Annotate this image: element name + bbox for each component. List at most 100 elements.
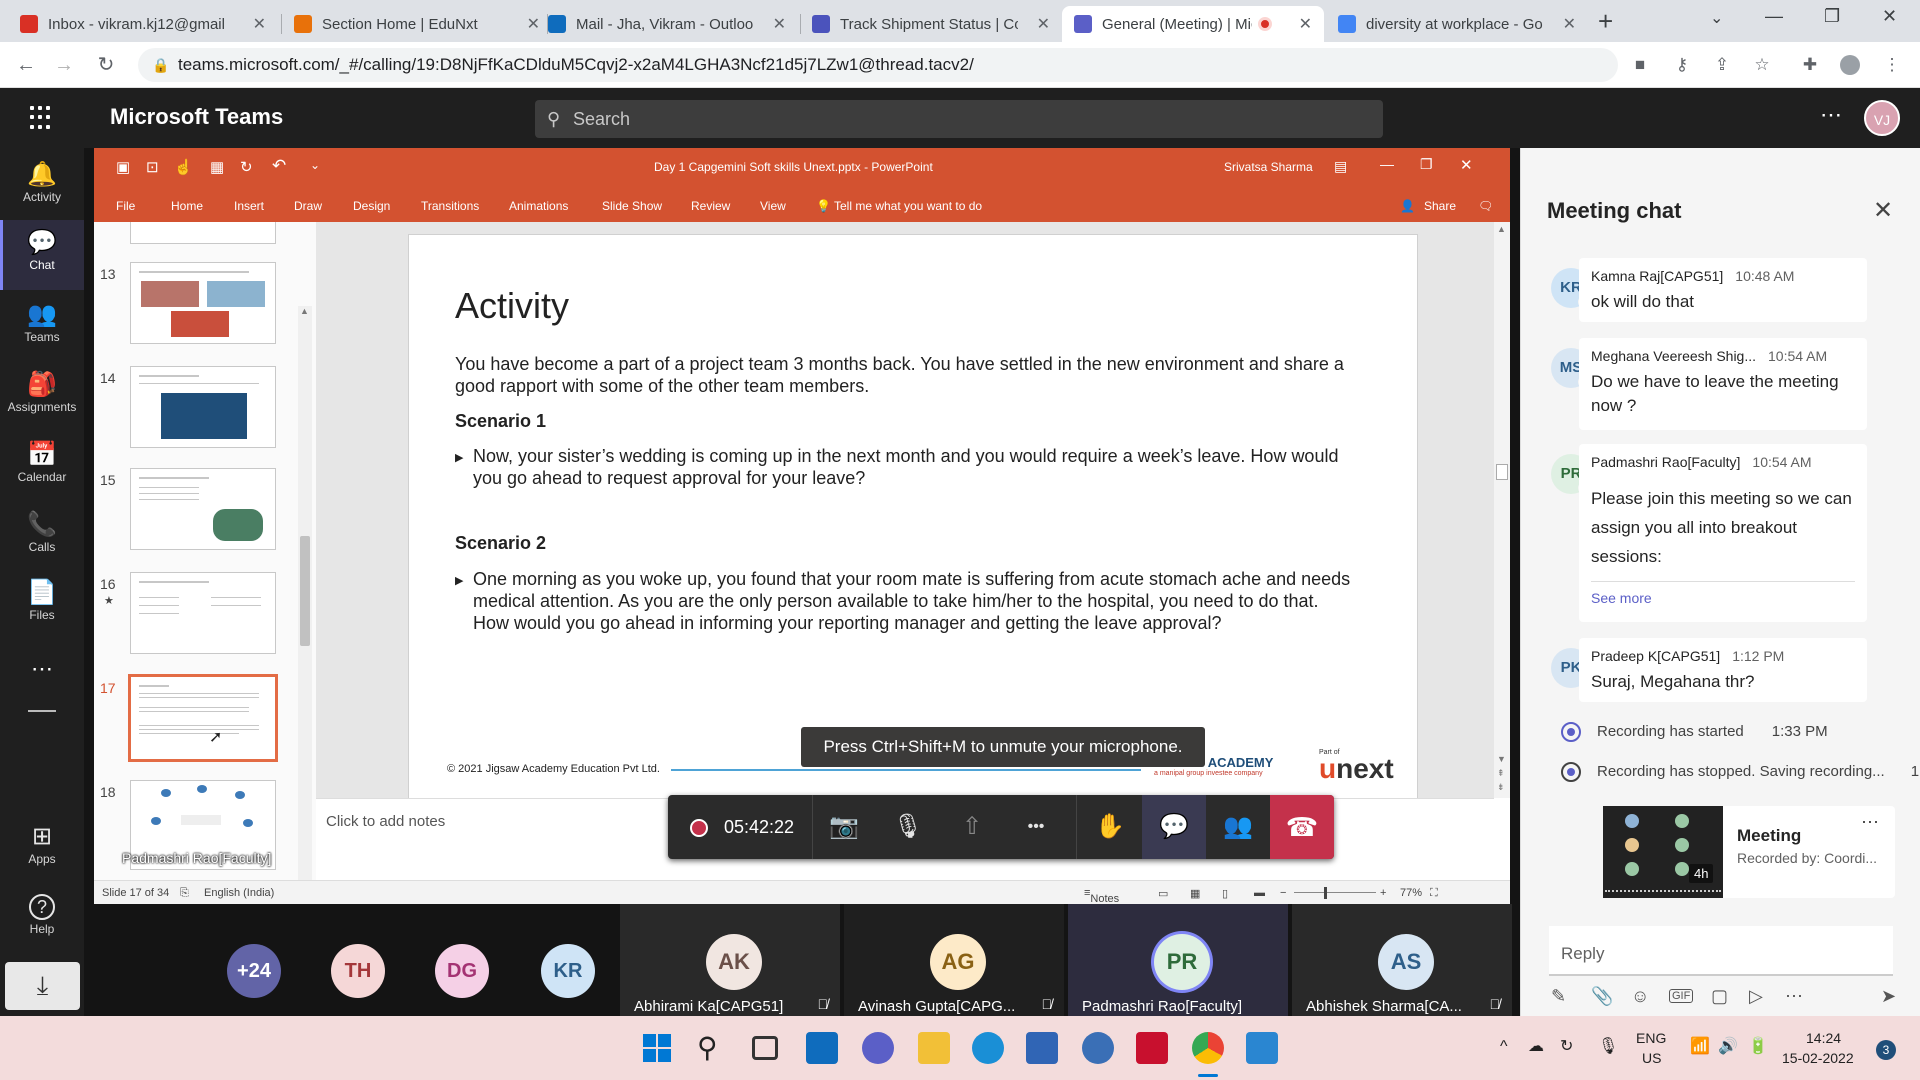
ribbon-tab-transitions[interactable]: Transitions — [421, 199, 479, 213]
share-button[interactable]: Share — [1424, 199, 1456, 213]
chat-message[interactable]: Pradeep K[CAPG51] 1:12 PM Suraj, Megahana… — [1579, 638, 1867, 702]
camera-in-use-icon[interactable]: ■ — [1630, 55, 1650, 75]
close-icon[interactable]: ✕ — [1873, 196, 1893, 225]
close-icon[interactable]: ✕ — [1563, 14, 1576, 34]
zoom-level[interactable]: 77% — [1400, 887, 1422, 899]
ribbon-tab-file[interactable]: File — [116, 199, 135, 213]
app-launcher-icon[interactable] — [30, 106, 54, 130]
gif-icon[interactable]: GIF — [1669, 989, 1694, 1003]
hang-up-button[interactable]: ☎ — [1270, 795, 1334, 859]
emoji-icon[interactable]: ☺ — [1631, 986, 1649, 1007]
slide-thumbnail-16[interactable] — [130, 572, 276, 654]
slide-sorter-icon[interactable]: ▦ — [1190, 887, 1200, 900]
normal-view-icon[interactable]: ▭ — [1158, 887, 1168, 900]
rail-item-calendar[interactable]: 📅 Calendar — [0, 438, 84, 502]
language-status[interactable]: English (India) — [204, 887, 274, 899]
address-bar[interactable]: 🔒 teams.microsoft.com/_#/calling/19:D8Nj… — [138, 48, 1618, 82]
touch-mode-icon[interactable]: ☝ — [174, 158, 193, 176]
battery-icon[interactable]: 🔋 — [1748, 1036, 1768, 1056]
browser-tab-outlook[interactable]: Mail - Jha, Vikram - Outlook ✕ — [536, 6, 798, 42]
slide-thumbnail-17-selected[interactable]: ➚ — [128, 674, 278, 762]
browser-tab-gmail[interactable]: Inbox - vikram.kj12@gmail.com ✕ — [8, 6, 278, 42]
participant-avatar[interactable]: TH — [331, 944, 385, 998]
comments-icon[interactable]: 🗨 — [1478, 199, 1493, 213]
new-tab-button[interactable]: + — [1598, 6, 1613, 37]
notification-badge[interactable]: 3 — [1876, 1040, 1896, 1060]
browser-tab-teams-meeting[interactable]: General (Meeting) | Mic ✕ — [1062, 6, 1324, 42]
save-icon[interactable]: ▣ — [116, 158, 130, 176]
more-options-icon[interactable]: ⋯ — [1861, 812, 1879, 833]
ribbon-tab-insert[interactable]: Insert — [234, 199, 264, 213]
next-slide-icon[interactable]: ⇟ — [1497, 782, 1505, 793]
ribbon-tab-view[interactable]: View — [760, 199, 786, 213]
thumbnail-scrollbar[interactable]: ▲ ▼ — [298, 306, 312, 880]
slide-thumbnail-12[interactable] — [130, 222, 276, 244]
scroll-up-icon[interactable]: ▲ — [300, 306, 309, 316]
back-icon[interactable]: ← — [12, 51, 40, 79]
ribbon-tab-review[interactable]: Review — [691, 199, 730, 213]
file-explorer-icon[interactable] — [918, 1032, 950, 1064]
slide-thumbnail-15[interactable] — [130, 468, 276, 550]
chat-toggle-button[interactable]: 💬 — [1142, 795, 1206, 859]
see-more-link[interactable]: See more — [1591, 581, 1855, 606]
share-button[interactable]: ⇧ — [940, 795, 1004, 859]
share-page-icon[interactable]: ⇪ — [1712, 55, 1732, 75]
sticker-icon[interactable]: ▢ — [1711, 986, 1728, 1007]
reload-icon[interactable]: ↻ — [92, 51, 120, 79]
photos-icon[interactable] — [1246, 1032, 1278, 1064]
show-hidden-icons[interactable]: ^ — [1500, 1038, 1508, 1056]
minimize-icon[interactable]: — — [1765, 6, 1783, 27]
user-avatar[interactable]: VJ — [1864, 100, 1900, 136]
rail-item-calls[interactable]: 📞 Calls — [0, 508, 84, 572]
browser-tab-google-search[interactable]: diversity at workplace - Go ✕ — [1326, 6, 1588, 42]
widgets-icon[interactable] — [806, 1032, 838, 1064]
download-icon[interactable]: ⤓ — [5, 962, 80, 1010]
tell-me-input[interactable]: Tell me what you want to do — [834, 199, 982, 213]
chrome-icon[interactable] — [1192, 1032, 1224, 1064]
slide-scrollbar[interactable]: ▲ ▼ ⇞ ⇟ — [1494, 222, 1510, 798]
more-actions-button[interactable]: ••• — [1004, 795, 1068, 859]
rail-item-assignments[interactable]: 🎒 Assignments — [0, 368, 84, 432]
rail-item-activity[interactable]: 🔔 Activity — [0, 158, 84, 222]
search-icon[interactable]: ⚲ — [697, 1032, 729, 1064]
clock-date[interactable]: 15-02-2022 — [1782, 1050, 1854, 1066]
previous-slide-icon[interactable]: ⇞ — [1497, 768, 1505, 779]
participant-tile[interactable]: AS Abhishek Sharma[CA... 🎙̸ — [1292, 904, 1512, 1016]
zoom-slider-thumb[interactable] — [1324, 887, 1327, 899]
language-indicator[interactable]: ENG — [1636, 1030, 1666, 1046]
edge-icon[interactable] — [972, 1032, 1004, 1064]
chat-message[interactable]: Kamna Raj[CAPG51] 10:48 AM ok will do tha… — [1579, 258, 1867, 322]
region-indicator[interactable]: US — [1642, 1050, 1661, 1066]
forward-icon[interactable]: → — [50, 51, 78, 79]
close-icon[interactable]: ✕ — [773, 14, 786, 34]
ribbon-tab-animations[interactable]: Animations — [509, 199, 568, 213]
task-view-icon[interactable] — [752, 1036, 778, 1060]
participants-button[interactable]: 👥 — [1206, 795, 1270, 859]
slide-thumbnail-13[interactable] — [130, 262, 276, 344]
format-icon[interactable]: ✎ — [1551, 986, 1566, 1007]
participant-tile[interactable]: AK Abhirami Ka[CAPG51] 🎙̸ — [620, 904, 840, 1016]
participant-avatar[interactable]: KR — [541, 944, 595, 998]
overflow-participants-bubble[interactable]: +24 — [227, 944, 281, 998]
wifi-icon[interactable]: 📶 — [1690, 1036, 1710, 1056]
recording-card[interactable]: 4h Meeting Recorded by: Coordi... ⋯ — [1603, 806, 1895, 898]
reply-input[interactable]: Reply — [1549, 926, 1893, 976]
customize-toolbar-icon[interactable]: ⌄ — [310, 158, 320, 172]
stream-icon[interactable]: ▷ — [1749, 986, 1763, 1007]
extensions-icon[interactable]: ✚ — [1800, 55, 1820, 75]
zoom-slider[interactable] — [1294, 892, 1376, 893]
camera-off-button[interactable]: 📷 — [812, 795, 876, 859]
close-icon[interactable]: ✕ — [253, 14, 266, 34]
rail-item-teams[interactable]: 👥 Teams — [0, 298, 84, 362]
onedrive-icon[interactable]: ☁ — [1528, 1036, 1544, 1056]
close-icon[interactable]: ✕ — [1037, 14, 1050, 34]
close-icon[interactable]: ✕ — [1299, 14, 1312, 34]
rail-item-help[interactable]: ? Help — [0, 890, 84, 954]
scroll-up-icon[interactable]: ▲ — [1497, 224, 1506, 234]
bookmark-star-icon[interactable]: ☆ — [1752, 55, 1772, 75]
zoom-in-icon[interactable]: + — [1380, 887, 1386, 899]
ribbon-tab-draw[interactable]: Draw — [294, 199, 322, 213]
microphone-icon[interactable]: 🎙 — [1598, 1036, 1618, 1056]
minimize-icon[interactable]: — — [1380, 156, 1394, 172]
close-window-icon[interactable]: ✕ — [1882, 6, 1897, 27]
